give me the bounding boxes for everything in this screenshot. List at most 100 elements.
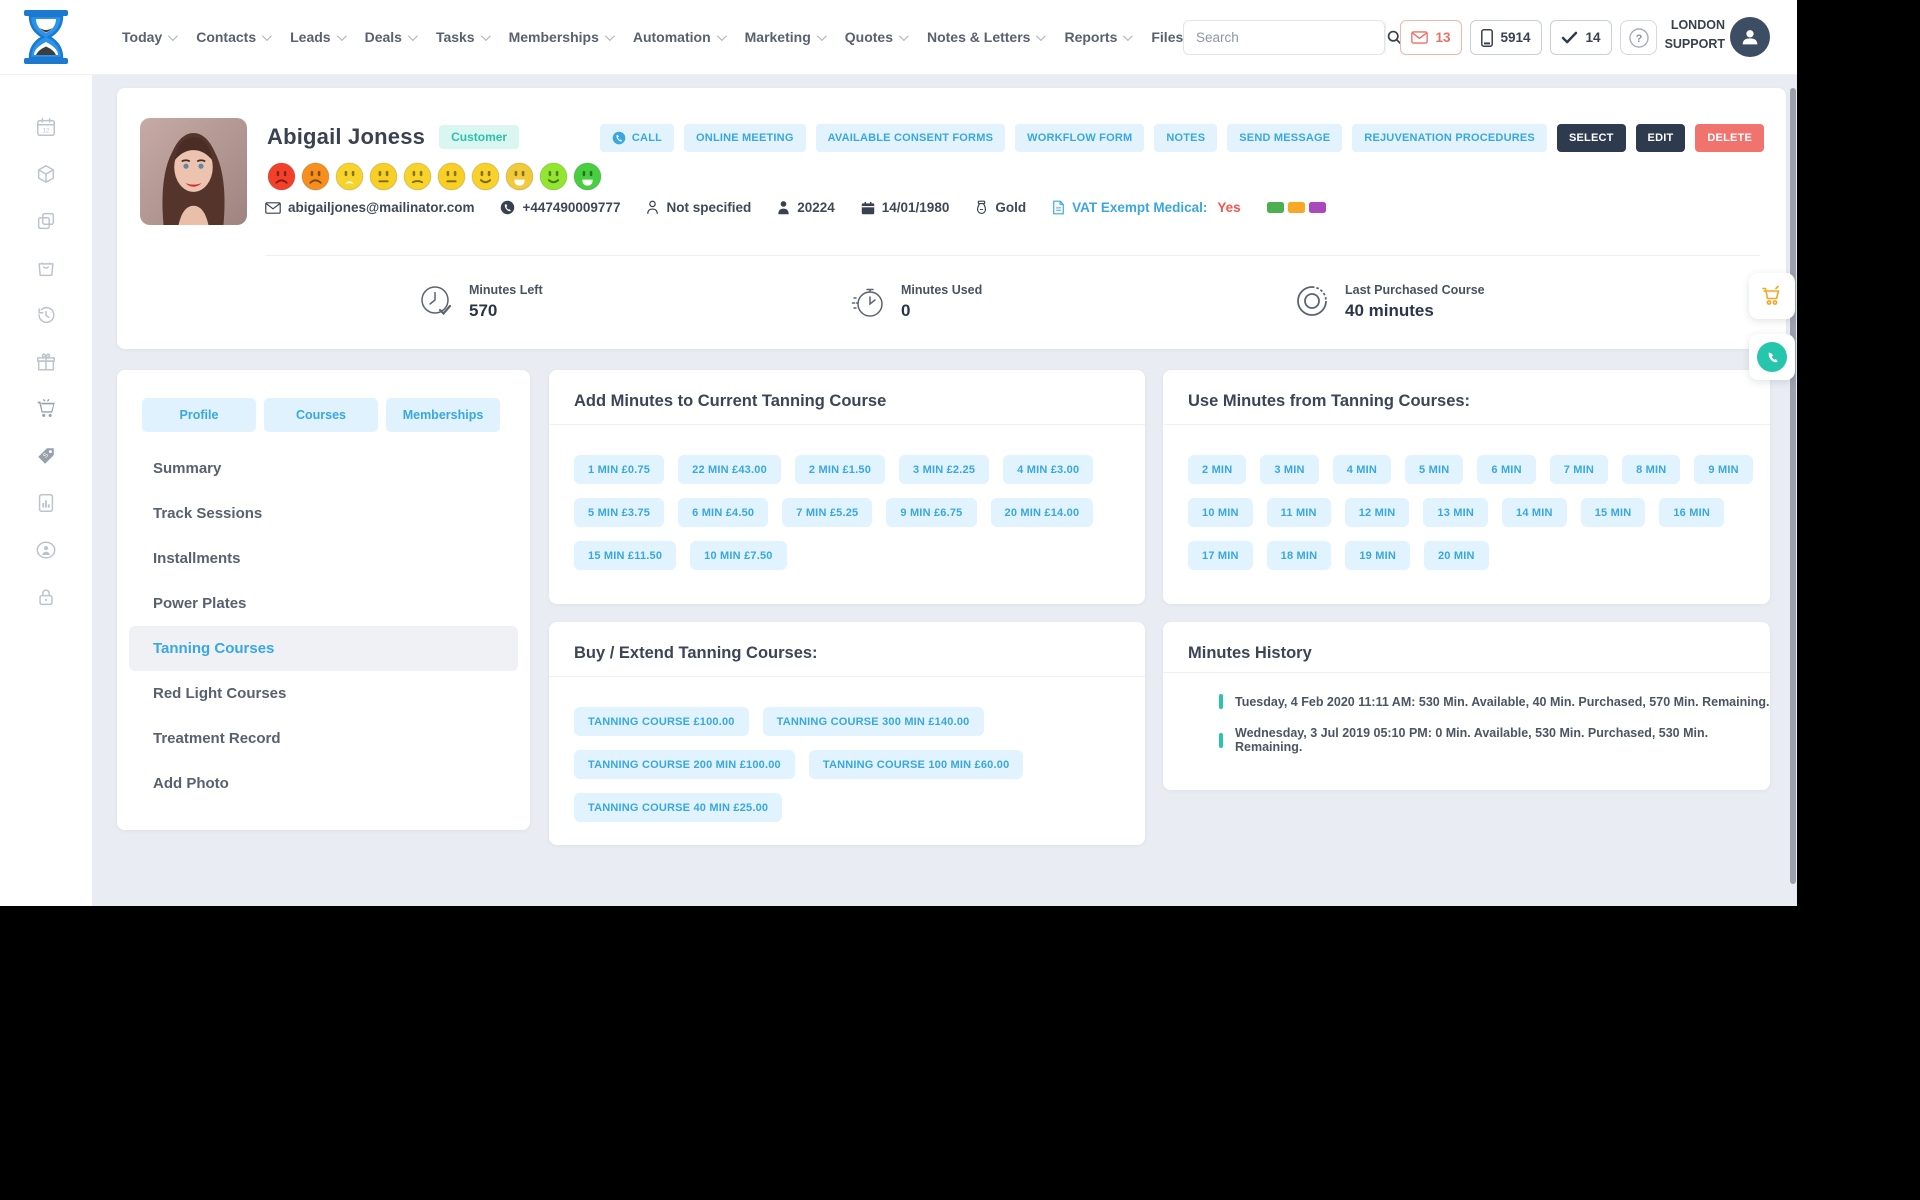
use-minute-button[interactable]: 20 MIN xyxy=(1423,541,1489,570)
menu-item-red-light-courses[interactable]: Red Light Courses xyxy=(129,671,518,716)
nav-notes-letters[interactable]: Notes & Letters xyxy=(927,29,1047,45)
user-avatar[interactable] xyxy=(1730,17,1770,57)
buy-course-button[interactable]: TANNING COURSE 100 MIN £60.00 xyxy=(808,750,1024,779)
email-item[interactable]: abigailjones@mailinator.com xyxy=(265,200,474,215)
menu-item-track-sessions[interactable]: Track Sessions xyxy=(129,491,518,536)
add-minute-button[interactable]: 4 MIN £3.00 xyxy=(1003,455,1094,484)
shopping-bag-icon[interactable] xyxy=(35,257,57,279)
use-minute-button[interactable]: 5 MIN xyxy=(1405,455,1464,484)
mood-9-emoji[interactable] xyxy=(539,162,568,196)
nav-tasks[interactable]: Tasks xyxy=(436,29,491,45)
add-minute-button[interactable]: 2 MIN £1.50 xyxy=(794,455,886,484)
use-minute-button[interactable]: 14 MIN xyxy=(1502,498,1567,527)
use-minute-button[interactable]: 19 MIN xyxy=(1345,541,1410,570)
mood-5-emoji[interactable] xyxy=(403,162,432,196)
use-minute-button[interactable]: 18 MIN xyxy=(1266,541,1332,570)
use-minute-button[interactable]: 11 MIN xyxy=(1266,498,1331,527)
nav-reports[interactable]: Reports xyxy=(1064,29,1134,45)
mood-6-emoji[interactable] xyxy=(437,162,466,196)
mood-10-emoji[interactable] xyxy=(573,162,602,196)
buy-course-button[interactable]: TANNING COURSE 200 MIN £100.00 xyxy=(574,750,795,779)
use-minute-button[interactable]: 17 MIN xyxy=(1188,541,1253,570)
use-minute-button[interactable]: 3 MIN xyxy=(1260,455,1319,484)
tab-memberships[interactable]: Memberships xyxy=(386,398,500,432)
floating-cart-button[interactable] xyxy=(1749,273,1795,319)
lock-icon[interactable] xyxy=(35,586,57,608)
nav-automation[interactable]: Automation xyxy=(633,29,727,45)
add-minute-button[interactable]: 15 MIN £11.50 xyxy=(574,541,677,570)
search-input[interactable] xyxy=(1184,30,1385,45)
add-minute-button[interactable]: 22 MIN £43.00 xyxy=(678,455,781,484)
menu-item-add-photo[interactable]: Add Photo xyxy=(129,761,518,806)
tab-profile[interactable]: Profile xyxy=(142,398,256,432)
add-minute-button[interactable]: 3 MIN £2.25 xyxy=(899,455,990,484)
nav-memberships[interactable]: Memberships xyxy=(509,29,615,45)
send-message-button[interactable]: SEND MESSAGE xyxy=(1227,124,1343,152)
add-minute-button[interactable]: 5 MIN £3.75 xyxy=(574,498,665,527)
use-minute-button[interactable]: 12 MIN xyxy=(1344,498,1410,527)
package-icon[interactable] xyxy=(35,163,57,185)
use-minute-button[interactable]: 8 MIN xyxy=(1622,455,1681,484)
tab-courses[interactable]: Courses xyxy=(264,398,378,432)
use-minute-button[interactable]: 4 MIN xyxy=(1332,455,1392,484)
user-circle-icon[interactable] xyxy=(35,539,57,561)
history-icon[interactable] xyxy=(35,304,57,326)
account-name[interactable]: LONDON SUPPORT xyxy=(1663,16,1725,55)
online-meeting-button[interactable]: ONLINE MEETING xyxy=(684,124,806,152)
help-button[interactable]: ? xyxy=(1620,20,1657,55)
cart-icon[interactable] xyxy=(35,398,57,420)
call-button[interactable]: CALL xyxy=(599,124,675,152)
use-minute-button[interactable]: 9 MIN xyxy=(1694,455,1753,484)
edit-button[interactable]: EDIT xyxy=(1635,124,1686,152)
calendar-icon[interactable]: 12 xyxy=(35,116,57,138)
add-minute-button[interactable]: 10 MIN £7.50 xyxy=(690,541,787,570)
add-minute-button[interactable]: 6 MIN £4.50 xyxy=(678,498,769,527)
mood-4-emoji[interactable] xyxy=(369,162,398,196)
nav-files[interactable]: Files xyxy=(1151,29,1183,45)
report-icon[interactable] xyxy=(35,492,57,514)
nav-quotes[interactable]: Quotes xyxy=(845,29,909,45)
customer-photo[interactable] xyxy=(140,118,247,225)
copy-icon[interactable] xyxy=(35,210,57,232)
floating-call-button[interactable] xyxy=(1749,334,1795,380)
menu-item-tanning-courses[interactable]: Tanning Courses xyxy=(129,626,518,671)
menu-item-summary[interactable]: Summary xyxy=(129,446,518,491)
add-minute-button[interactable]: 9 MIN £6.75 xyxy=(886,498,977,527)
use-minute-button[interactable]: 7 MIN xyxy=(1549,455,1609,484)
logo-hourglass-icon[interactable] xyxy=(22,8,70,66)
price-tag-icon[interactable]: S xyxy=(35,445,57,467)
consent-forms-button[interactable]: AVAILABLE CONSENT FORMS xyxy=(815,124,1006,152)
workflow-form-button[interactable]: WORKFLOW FORM xyxy=(1015,124,1145,152)
delete-button[interactable]: DELETE xyxy=(1695,124,1764,152)
phone-badge[interactable]: 5914 xyxy=(1470,20,1542,55)
mood-8-emoji[interactable] xyxy=(505,162,534,196)
use-minute-button[interactable]: 13 MIN xyxy=(1423,498,1489,527)
buy-course-button[interactable]: TANNING COURSE 300 MIN £140.00 xyxy=(762,707,984,736)
scrollbar-thumb[interactable] xyxy=(1790,88,1796,884)
mood-7-emoji[interactable] xyxy=(471,162,500,196)
menu-item-power-plates[interactable]: Power Plates xyxy=(129,581,518,626)
tasks-badge[interactable]: 14 xyxy=(1550,20,1612,55)
use-minute-button[interactable]: 16 MIN xyxy=(1659,498,1724,527)
nav-deals[interactable]: Deals xyxy=(365,29,418,45)
mood-1-emoji[interactable] xyxy=(267,162,296,196)
add-minute-button[interactable]: 7 MIN £5.25 xyxy=(782,498,873,527)
menu-item-installments[interactable]: Installments xyxy=(129,536,518,581)
use-minute-button[interactable]: 2 MIN xyxy=(1188,455,1247,484)
messages-badge[interactable]: 13 xyxy=(1400,20,1462,55)
nav-contacts[interactable]: Contacts xyxy=(196,29,272,45)
nav-leads[interactable]: Leads xyxy=(290,29,347,45)
notes-button[interactable]: NOTES xyxy=(1154,124,1218,152)
use-minute-button[interactable]: 10 MIN xyxy=(1188,498,1253,527)
buy-course-button[interactable]: TANNING COURSE 40 MIN £25.00 xyxy=(574,793,783,822)
menu-item-treatment-record[interactable]: Treatment Record xyxy=(129,716,518,761)
nav-marketing[interactable]: Marketing xyxy=(745,29,827,45)
add-minute-button[interactable]: 1 MIN £0.75 xyxy=(574,455,665,484)
gift-icon[interactable] xyxy=(35,351,57,373)
phone-item[interactable]: +447490009777 xyxy=(500,200,620,215)
add-minute-button[interactable]: 20 MIN £14.00 xyxy=(990,498,1094,527)
select-button[interactable]: SELECT xyxy=(1556,124,1626,152)
use-minute-button[interactable]: 6 MIN xyxy=(1477,455,1536,484)
rejuvenation-procedures-button[interactable]: REJUVENATION PROCEDURES xyxy=(1352,124,1547,152)
mood-2-emoji[interactable] xyxy=(301,162,330,196)
